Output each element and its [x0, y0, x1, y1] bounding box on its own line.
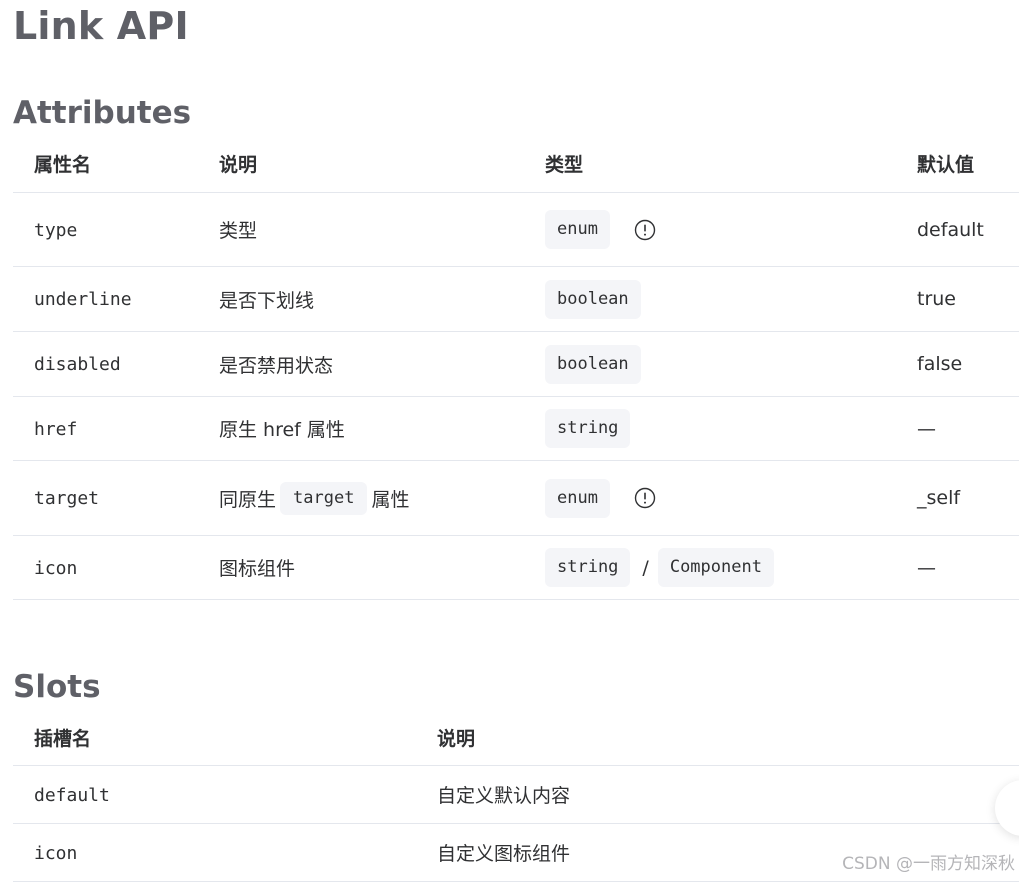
attr-name-cell: disabled: [13, 331, 198, 397]
attr-desc-cell: 图标组件: [198, 535, 524, 600]
attr-default-cell: —: [896, 535, 1019, 600]
table-header-row: 属性名 说明 类型 默认值: [13, 134, 1019, 193]
attr-name: icon: [34, 557, 78, 579]
attr-desc-cell: 原生 href 属性: [198, 396, 524, 461]
slot-desc-cell: 自定义默认内容: [416, 765, 1019, 824]
attr-desc-cell: 是否下划线: [198, 266, 524, 332]
type-code: enum: [545, 210, 610, 249]
table-row: icon 图标组件 string / Component —: [13, 535, 1019, 600]
attr-name-cell: underline: [13, 266, 198, 332]
attr-name: type: [34, 219, 78, 241]
attr-type-cell: enum: [524, 192, 896, 267]
table-row: underline 是否下划线 boolean true: [13, 266, 1019, 332]
attr-default: —: [917, 556, 936, 579]
attr-default: false: [917, 353, 963, 375]
type-code: enum: [545, 478, 610, 518]
attr-default: —: [917, 417, 936, 440]
attr-desc: 是否下划线: [219, 289, 315, 312]
attr-desc-prefix: 同原生: [219, 488, 277, 511]
type-code: Component: [657, 548, 774, 587]
attr-type-cell: string: [524, 396, 896, 461]
attr-default-cell: default: [896, 192, 1019, 267]
slot-name-cell: default: [13, 765, 416, 824]
attr-desc: 是否禁用状态: [219, 354, 334, 377]
watermark: CSDN @一雨方知深秋: [842, 854, 1015, 874]
attr-name-cell: href: [13, 396, 198, 461]
slot-desc: 自定义默认内容: [437, 785, 571, 807]
attr-name: href: [34, 418, 78, 440]
attr-name: underline: [34, 289, 132, 310]
attr-default: true: [917, 288, 956, 310]
attr-desc: 类型: [219, 220, 258, 242]
table-header-row: 插槽名 说明: [13, 710, 1019, 766]
info-circle-icon[interactable]: [634, 487, 656, 509]
type-code: string: [545, 548, 631, 587]
attr-default-cell: false: [896, 331, 1019, 397]
type-separator: /: [642, 556, 649, 579]
table-row: default 自定义默认内容: [13, 765, 1019, 824]
attr-name-cell: target: [13, 460, 198, 536]
slot-name-cell: icon: [13, 823, 416, 882]
attr-desc-cell: 同原生 target 属性: [198, 460, 524, 536]
column-header-name: 属性名: [13, 134, 198, 193]
column-header-default: 默认值: [896, 134, 1019, 193]
table-row: target 同原生 target 属性 enum _self: [13, 460, 1019, 536]
attr-desc: 图标组件: [219, 558, 296, 580]
attr-type-cell: string / Component: [524, 535, 896, 600]
attr-desc-cell: 是否禁用状态: [198, 331, 524, 397]
table-row: disabled 是否禁用状态 boolean false: [13, 331, 1019, 397]
attributes-heading: Attributes: [13, 95, 192, 131]
column-header-description: 说明: [198, 134, 524, 193]
slot-name: icon: [34, 842, 78, 864]
page-title: Link API: [13, 4, 189, 48]
attr-type-cell: boolean: [524, 266, 896, 332]
slot-desc: 自定义图标组件: [437, 843, 571, 865]
attr-type-cell: boolean: [524, 331, 896, 397]
slots-heading: Slots: [13, 669, 101, 705]
column-header-description: 说明: [416, 710, 1019, 766]
info-circle-icon[interactable]: [634, 219, 656, 241]
attr-default: _self: [917, 487, 961, 509]
attr-name-cell: icon: [13, 535, 198, 600]
attr-name-cell: type: [13, 192, 198, 267]
table-row: type 类型 enum default: [13, 192, 1019, 267]
inline-code: target: [280, 481, 368, 515]
attr-type-cell: enum: [524, 460, 896, 536]
type-code: boolean: [545, 279, 641, 319]
slot-name: default: [34, 784, 110, 806]
column-header-slot-name: 插槽名: [13, 710, 416, 766]
attr-name: target: [34, 488, 100, 509]
attributes-table: 属性名 说明 类型 默认值 type 类型 enum default under…: [13, 134, 1019, 600]
attr-desc-suffix: 属性: [371, 488, 410, 511]
attr-desc: 原生 href 属性: [219, 419, 345, 441]
type-code: boolean: [545, 344, 641, 384]
attr-default-cell: true: [896, 266, 1019, 332]
attr-name: disabled: [34, 354, 121, 375]
type-code: string: [545, 409, 631, 448]
attr-default-cell: —: [896, 396, 1019, 461]
column-header-type: 类型: [524, 134, 896, 193]
attr-default-cell: _self: [896, 460, 1019, 536]
attr-default: default: [917, 218, 984, 241]
attr-desc-cell: 类型: [198, 192, 524, 267]
table-row: href 原生 href 属性 string —: [13, 396, 1019, 461]
